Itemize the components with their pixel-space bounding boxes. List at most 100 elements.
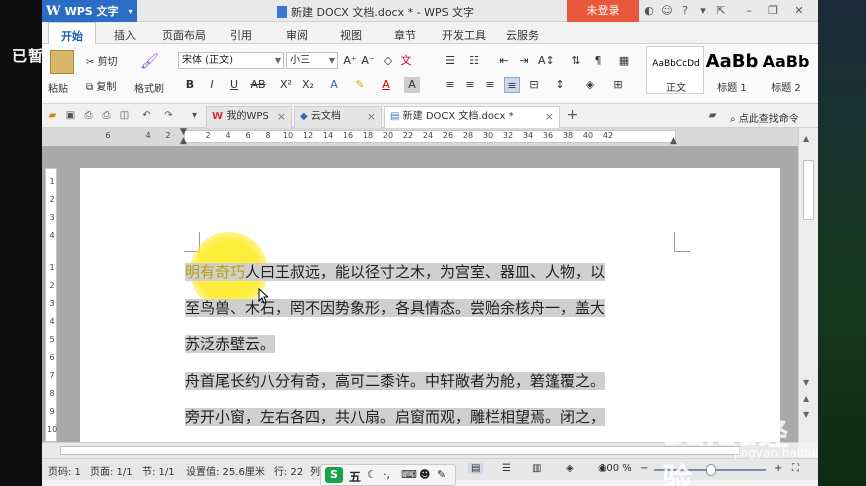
close-icon[interactable]: × <box>367 107 376 127</box>
scrollbar-thumb[interactable] <box>60 446 740 455</box>
undo-icon[interactable]: ↶ <box>140 109 153 122</box>
tab-developer[interactable]: 开发工具 <box>442 27 486 43</box>
ime-toolbar[interactable]: S 五 ☾ ·, ⌨ ☻ ✎ <box>320 464 456 486</box>
save-icon[interactable]: ▣ <box>64 109 77 122</box>
app-menu-button[interactable]: W WPS 文字 ▾ <box>42 0 137 22</box>
tab-section[interactable]: 章节 <box>394 27 416 43</box>
tab-my-wps[interactable]: W 我的WPS × <box>206 106 292 128</box>
paragraph-line[interactable]: 旁开小窗，左右各四，共八扇。启窗而观，雕栏相望焉。闭之， <box>185 403 606 431</box>
skin-icon[interactable]: ☻ <box>419 468 430 481</box>
wrench-icon[interactable]: ✎ <box>437 468 446 481</box>
moon-icon[interactable]: ☾ <box>367 468 377 481</box>
tab-cloud[interactable]: 云服务 <box>506 27 539 43</box>
vertical-scrollbar[interactable]: ▲ ▼ ▲ ▼ <box>798 128 818 442</box>
tab-view[interactable]: 视图 <box>340 27 362 43</box>
tab-insert[interactable]: 插入 <box>114 27 136 43</box>
scrollbar-thumb[interactable] <box>803 160 814 220</box>
grow-font-icon[interactable]: A⁺ <box>342 53 358 69</box>
clear-format-icon[interactable]: ◇ <box>380 53 396 69</box>
zoom-out-icon[interactable]: − <box>640 463 648 474</box>
paragraph-line[interactable]: 明有奇巧人曰王叔远，能以径寸之木，为宫室、器皿、人物，以 <box>185 258 606 286</box>
document-page[interactable]: 明有奇巧人曰王叔远，能以径寸之木，为宫室、器皿、人物，以 至鸟兽、木石，罔不因势… <box>80 168 780 442</box>
format-painter-button[interactable]: 格式刷 <box>134 80 164 95</box>
borders-icon[interactable]: ⊞ <box>610 77 626 93</box>
justify-icon[interactable]: ≡ <box>504 77 520 93</box>
tab-cloud-docs[interactable]: ◆ 云文档 × <box>294 106 382 128</box>
keyboard-icon[interactable]: ⌨ <box>401 468 417 481</box>
cut-button[interactable]: ✂ 剪切 <box>86 53 118 68</box>
phonetic-icon[interactable]: 文 <box>398 53 414 69</box>
subscript-icon[interactable]: X₂ <box>300 77 316 93</box>
vertical-ruler[interactable]: 1 2 3 4 1 2 3 4 5 6 7 8 9 10 <box>45 168 57 442</box>
menu-icon[interactable]: ▾ <box>696 4 710 18</box>
sort-icon[interactable]: ⇅ <box>568 53 584 69</box>
web-view-icon[interactable]: ◈ <box>566 463 574 474</box>
line-spacing-icon[interactable]: ↕ <box>552 77 568 93</box>
paragraph-line[interactable]: 至鸟兽、木石，罔不因势象形，各具情态。尝贻余核舟一，盖大 <box>185 294 606 322</box>
prev-page-icon[interactable]: ▲ <box>803 394 809 403</box>
align-center-icon[interactable]: ≡ <box>462 77 478 93</box>
increase-indent-icon[interactable]: ⇥ <box>516 53 532 69</box>
paragraph-line[interactable]: 苏泛赤壁云。 <box>185 330 276 358</box>
print-preview-icon[interactable]: ◫ <box>118 109 131 122</box>
show-marks-icon[interactable]: ¶ <box>590 53 606 69</box>
tab-review[interactable]: 审阅 <box>286 27 308 43</box>
strikethrough-icon[interactable]: AB <box>250 77 266 93</box>
scroll-up-icon[interactable]: ▲ <box>803 134 809 143</box>
shading-icon[interactable]: ◈ <box>582 77 598 93</box>
close-icon[interactable]: × <box>545 107 554 127</box>
bullets-icon[interactable]: ☰ <box>442 53 458 69</box>
tab-page-layout[interactable]: 页面布局 <box>162 27 206 43</box>
text-effect-icon[interactable]: A <box>326 77 342 93</box>
minimize-icon[interactable]: – <box>742 4 756 18</box>
shrink-font-icon[interactable]: A⁻ <box>360 53 376 69</box>
tab-references[interactable]: 引用 <box>230 27 252 43</box>
pin-icon[interactable]: ▰ <box>706 109 719 122</box>
style-heading-2[interactable]: AaBb 标题 2 <box>756 46 814 94</box>
horizontal-ruler[interactable]: 6 4 2 2 4 6 8 10 12 14 16 18 20 22 24 26… <box>42 128 818 146</box>
close-icon[interactable]: ✕ <box>792 4 806 18</box>
right-indent-marker-icon[interactable]: ▲ <box>670 137 678 146</box>
highlight-icon[interactable]: ✎ <box>352 77 368 93</box>
table-icon[interactable]: ▦ <box>616 53 632 69</box>
tab-start[interactable]: 开始 <box>48 22 96 45</box>
paste-button[interactable]: 粘贴 <box>48 80 68 95</box>
new-tab-icon[interactable]: + <box>566 108 579 122</box>
superscript-icon[interactable]: X² <box>278 77 294 93</box>
text-direction-icon[interactable]: A↕ <box>538 53 555 69</box>
redo-icon[interactable]: ↷ <box>162 109 175 122</box>
close-icon[interactable]: × <box>277 107 286 127</box>
style-normal[interactable]: AaBbCcDd 正文 <box>646 46 704 94</box>
zoom-level[interactable]: 100 % <box>600 463 632 474</box>
style-heading-1[interactable]: AaBb 标题 1 <box>702 46 760 94</box>
underline-icon[interactable]: U <box>226 77 242 93</box>
font-color-icon[interactable]: A <box>378 77 394 93</box>
tab-current-document[interactable]: ▤ 新建 DOCX 文档.docx * × <box>384 106 560 128</box>
export-pdf-icon[interactable]: ⎙ <box>82 109 95 122</box>
paragraph-line[interactable]: 舟首尾长约八分有奇，高可二黍许。中轩敞者为舱，箬篷覆之。 <box>185 367 606 395</box>
page-view-icon[interactable]: ▤ <box>468 463 484 474</box>
italic-icon[interactable]: I <box>204 77 220 93</box>
paste-icon[interactable] <box>50 50 74 74</box>
restore-icon[interactable]: ❐ <box>766 4 780 18</box>
indent-marker-icon[interactable]: ▼ ▲ <box>180 128 188 146</box>
help-icon[interactable]: ? <box>678 4 692 18</box>
print-icon[interactable]: ⎙ <box>100 109 113 122</box>
font-size-select[interactable]: 小三 ▼ <box>286 52 338 69</box>
fullscreen-icon[interactable]: ⇱ <box>714 4 728 18</box>
copy-button[interactable]: ⧉ 复制 <box>86 78 116 93</box>
numbering-icon[interactable]: ☷ <box>466 53 482 69</box>
login-button[interactable]: 未登录 <box>567 0 639 22</box>
align-right-icon[interactable]: ≡ <box>482 77 498 93</box>
decrease-indent-icon[interactable]: ⇤ <box>496 53 512 69</box>
scroll-down-icon[interactable]: ▼ <box>803 378 809 387</box>
account-icon[interactable]: ☺ <box>660 4 674 18</box>
open-icon[interactable]: ▰ <box>46 109 59 122</box>
align-left-icon[interactable]: ≡ <box>442 77 458 93</box>
bold-icon[interactable]: B <box>182 77 198 93</box>
punctuation-icon[interactable]: ·, <box>383 468 390 481</box>
font-name-select[interactable]: 宋体 (正文) ▼ <box>178 52 284 69</box>
outline-view-icon[interactable]: ☰ <box>502 463 511 474</box>
char-shading-icon[interactable]: A <box>404 77 420 93</box>
command-search[interactable]: ⌕ 点此查找命令 <box>730 110 799 125</box>
